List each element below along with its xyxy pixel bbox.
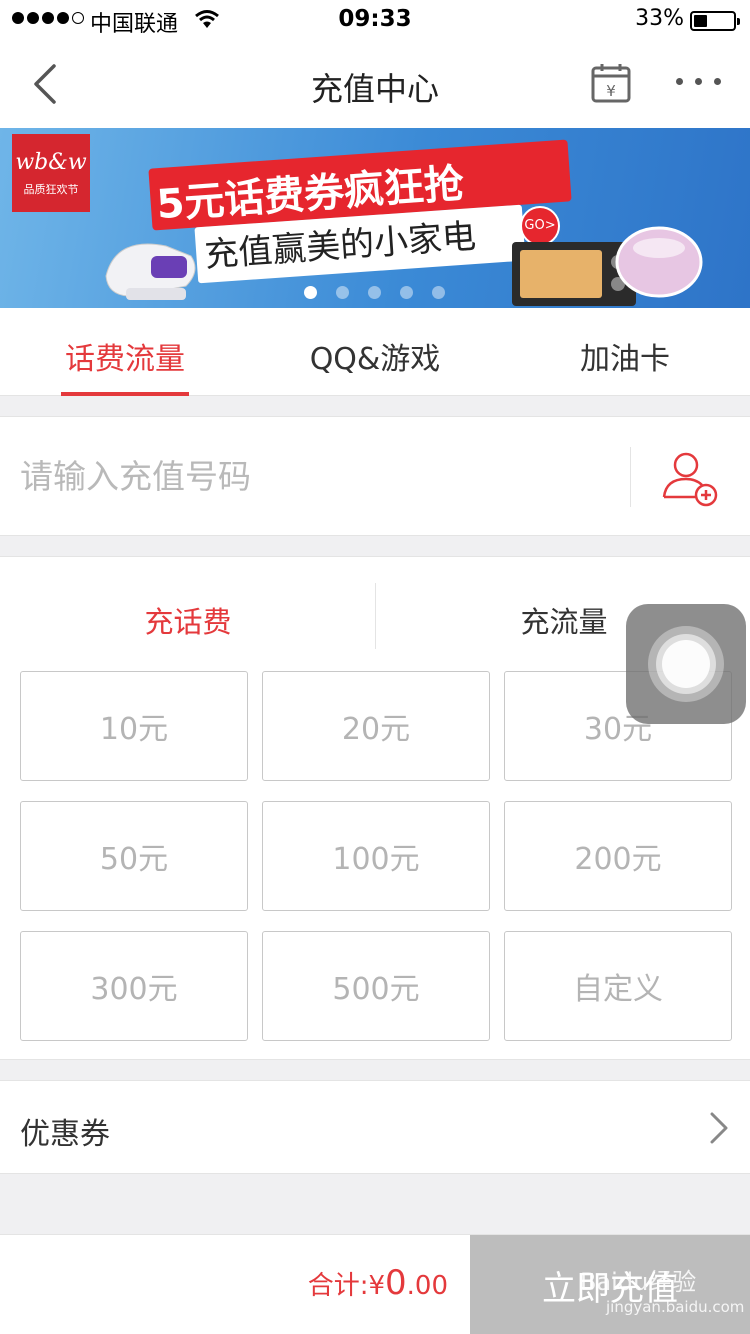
- currency-symbol: ¥: [368, 1271, 385, 1301]
- promo-banner[interactable]: wb&w 品质狂欢节 5元话费券疯狂抢 充值赢美的小家电 GO>: [0, 128, 750, 308]
- banner-pagination: [304, 286, 445, 299]
- assistive-touch-button[interactable]: [626, 604, 746, 724]
- tab-fuel-card[interactable]: 加油卡: [500, 334, 750, 378]
- robot-vacuum-product-image: [615, 226, 703, 298]
- pagination-dot[interactable]: [432, 286, 445, 299]
- coupon-label: 优惠券: [20, 1117, 110, 1152]
- calendar-icon[interactable]: ¥: [590, 62, 632, 108]
- total-label: 合计:: [307, 1271, 369, 1301]
- status-bar: 中国联通 09:33 33%: [0, 0, 750, 40]
- active-tab-indicator: [61, 392, 189, 396]
- total-amount: 合计:¥0.00: [308, 1263, 448, 1303]
- category-tabs: 话费流量 QQ&游戏 加油卡: [0, 308, 750, 396]
- total-integer: 0: [385, 1263, 407, 1303]
- custom-amount-option[interactable]: 自定义: [504, 931, 732, 1041]
- tab-qq-games[interactable]: QQ&游戏: [250, 334, 500, 378]
- watermark-url: jingyan.baidu.com: [606, 1298, 745, 1316]
- add-contact-icon[interactable]: [660, 447, 720, 507]
- phone-number-row: [0, 416, 750, 536]
- page-title: 充值中心: [310, 70, 439, 108]
- calendar-yen-glyph: ¥: [606, 82, 616, 100]
- watermark: Baidu经验: [580, 1268, 697, 1296]
- amount-option[interactable]: 10元: [20, 671, 248, 781]
- battery-percentage: 33%: [635, 6, 684, 31]
- amount-option[interactable]: 500元: [262, 931, 490, 1041]
- amount-option[interactable]: 20元: [262, 671, 490, 781]
- amount-option[interactable]: 100元: [262, 801, 490, 911]
- pagination-dot[interactable]: [368, 286, 381, 299]
- pagination-dot[interactable]: [336, 286, 349, 299]
- divider: [630, 447, 631, 507]
- navigation-bar: 充值中心 ¥: [0, 40, 750, 128]
- coupon-row[interactable]: 优惠券: [0, 1080, 750, 1174]
- festival-logo: wb&w 品质狂欢节: [12, 134, 90, 212]
- vacuum-product-image: [105, 243, 196, 300]
- amount-option[interactable]: 200元: [504, 801, 732, 911]
- pagination-dot[interactable]: [304, 286, 317, 299]
- amount-option[interactable]: 300元: [20, 931, 248, 1041]
- amount-option[interactable]: 50元: [20, 801, 248, 911]
- battery-icon: [690, 11, 740, 31]
- chevron-right-icon: [708, 1111, 730, 1145]
- phone-number-input[interactable]: [20, 451, 610, 501]
- tab-phone-data[interactable]: 话费流量: [0, 334, 250, 378]
- total-decimal: .00: [406, 1271, 448, 1301]
- amount-grid: 10元 20元 30元 50元 100元 200元 300元 500元 自定义: [20, 671, 732, 1041]
- recharge-credit-tab[interactable]: 充话费: [0, 599, 376, 641]
- more-options-icon[interactable]: [676, 78, 721, 85]
- pagination-dot[interactable]: [400, 286, 413, 299]
